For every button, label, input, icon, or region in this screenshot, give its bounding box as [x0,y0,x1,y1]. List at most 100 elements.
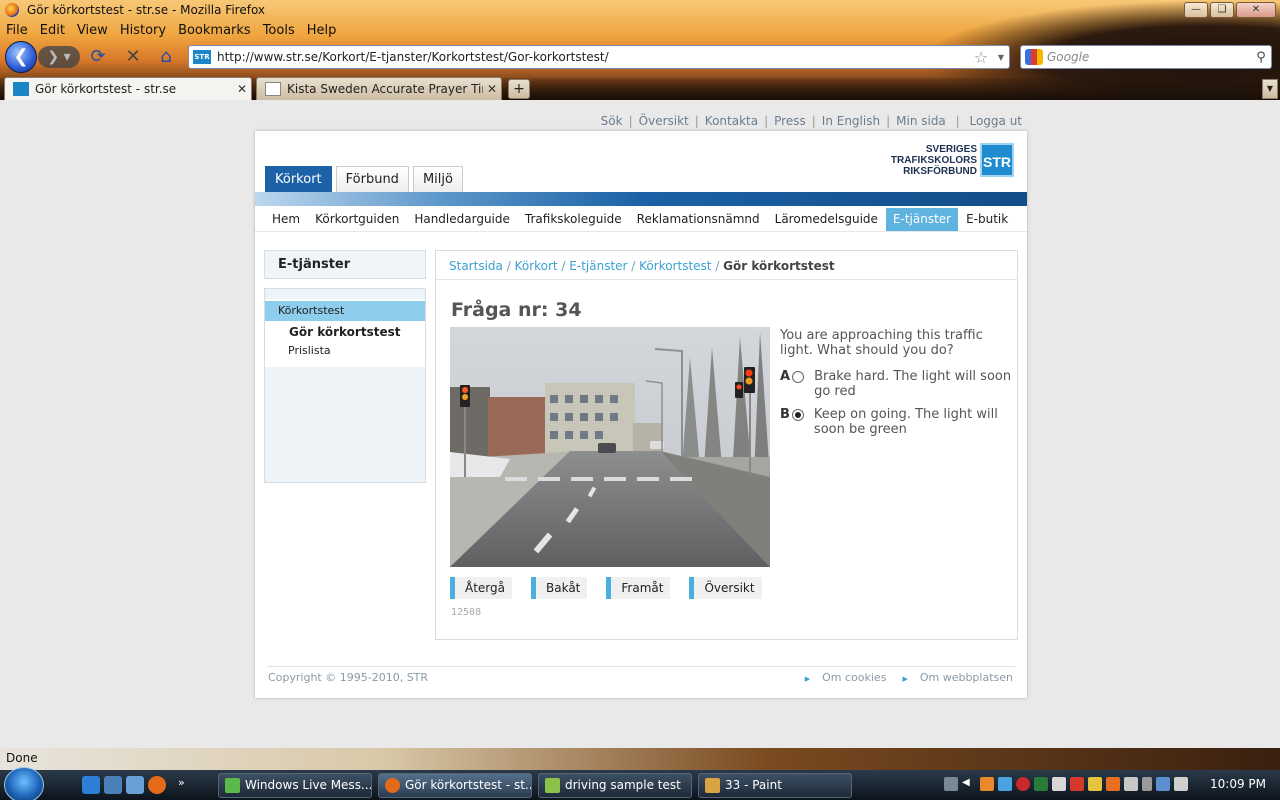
bookmark-star-icon[interactable]: ☆ [969,48,993,67]
search-icon[interactable]: ⚲ [1251,50,1271,65]
subnav-korkortguiden[interactable]: Körkortguiden [308,208,406,231]
taskbar-paint[interactable]: 33 - Paint [698,773,852,798]
new-tab-button[interactable]: + [508,79,530,99]
site-container: SVERIGES TRAFIKSKOLORS RIKSFÖRBUND STR K… [255,131,1027,698]
answer-option-a[interactable]: A Brake hard. The light will soon go red [780,369,1012,399]
search-input[interactable]: Google [1047,50,1251,64]
radio-option-b[interactable] [791,409,804,421]
volume-icon[interactable] [1174,777,1188,791]
tray-app-icon[interactable] [1106,777,1120,791]
tab-miljo[interactable]: Miljö [412,166,463,192]
divider [255,231,1027,232]
crumb-e-tjanster[interactable]: E-tjänster [569,259,627,273]
subnav-hem[interactable]: Hem [265,208,307,231]
link-press[interactable]: Press [774,114,806,128]
sidebar-item-gor-korkortstest[interactable]: Gör körkortstest [265,323,425,341]
subnav-laromedelsguide[interactable]: Läromedelsguide [768,208,885,231]
main-tabs: Körkort Förbund Miljö [265,166,467,192]
str-favicon-icon [13,82,29,96]
subnav-trafikskoleguide[interactable]: Trafikskoleguide [518,208,629,231]
stop-icon[interactable]: ✕ [122,47,144,67]
framat-button[interactable]: Framåt [606,577,671,599]
menu-tools[interactable]: Tools [263,23,295,38]
menu-file[interactable]: File [6,23,28,38]
firefox-quicklaunch-icon[interactable] [148,776,166,794]
sidebar-item-korkortstest[interactable]: Körkortstest [265,301,425,321]
url-dropdown-icon[interactable]: ▼ [993,53,1009,62]
close-tab-icon[interactable]: ✕ [483,82,501,96]
start-button[interactable] [4,767,44,800]
subnav-e-butik[interactable]: E-butik [959,208,1015,231]
answer-option-b[interactable]: B Keep on going. The light will soon be … [780,407,1012,437]
google-engine-icon[interactable] [1025,49,1043,65]
tray-app-icon[interactable] [1052,777,1066,791]
switch-windows-icon[interactable] [126,776,144,794]
tray-app-icon[interactable] [998,777,1012,791]
link-in-english[interactable]: In English [822,114,880,128]
taskbar-driving-sample-test[interactable]: driving sample test [538,773,692,798]
crumb-startsida[interactable]: Startsida [449,259,503,273]
menu-history[interactable]: History [120,23,166,38]
str-logo[interactable]: SVERIGES TRAFIKSKOLORS RIKSFÖRBUND STR [891,143,1014,177]
maximize-button[interactable]: ❑ [1210,2,1234,18]
close-window-button[interactable]: ✕ [1236,2,1276,18]
antivirus-icon[interactable] [1016,777,1030,791]
subnav-handledarguide[interactable]: Handledarguide [407,208,517,231]
taskbar-windows-live-messenger[interactable]: Windows Live Mess... [218,773,372,798]
crumb-current: Gör körkortstest [723,259,835,273]
menu-edit[interactable]: Edit [40,23,65,38]
taskbar-clock[interactable]: 10:09 PM [1210,777,1266,791]
sidebar-item-prislista[interactable]: Prislista [265,342,425,360]
internet-explorer-icon[interactable] [82,776,100,794]
taskbar-firefox-korkortstest[interactable]: Gör körkortstest - st... [378,773,532,798]
crumb-korkort[interactable]: Körkort [515,259,558,273]
home-icon[interactable]: ⌂ [155,47,177,67]
radio-option-a[interactable] [792,371,805,383]
menu-bookmarks[interactable]: Bookmarks [178,23,251,38]
search-bar[interactable]: Google ⚲ [1020,45,1272,69]
quicklaunch-overflow-icon[interactable]: » [178,776,196,794]
keyboard-icon[interactable] [944,777,958,791]
url-text[interactable]: http://www.str.se/Korkort/E-tjanster/Kor… [217,50,969,64]
tab-korkort[interactable]: Körkort [265,166,332,192]
battery-icon[interactable] [1142,777,1152,791]
document-icon [545,778,560,793]
link-om-cookies[interactable]: ▶ Om cookies [797,671,887,684]
menu-help[interactable]: Help [307,23,337,38]
network-icon[interactable] [1156,777,1170,791]
atergå-button[interactable]: Återgå [450,577,512,599]
link-kontakta[interactable]: Kontakta [705,114,758,128]
url-bar[interactable]: STR http://www.str.se/Korkort/E-tjanster… [188,45,1010,69]
bakat-button[interactable]: Bakåt [531,577,588,599]
tray-app-icon[interactable] [1088,777,1102,791]
tab-list-button[interactable]: ▼ [1262,79,1278,99]
link-sok[interactable]: Sök [601,114,623,128]
tab-forbund[interactable]: Förbund [335,166,409,192]
traffic-light-photo [450,327,770,567]
link-logga-ut[interactable]: Logga ut [969,114,1022,128]
minimize-button[interactable]: — [1184,2,1208,18]
subnav-reklamationsnamnd[interactable]: Reklamationsnämnd [630,208,767,231]
tray-expand-icon[interactable]: ◀ [962,777,976,791]
subnav-e-tjanster[interactable]: E-tjänster [885,208,959,231]
oversikt-button[interactable]: Översikt [689,577,762,599]
tray-app-icon[interactable] [1124,777,1138,791]
menu-view[interactable]: View [77,23,108,38]
link-om-webbplatsen[interactable]: ▶ Om webbplatsen [894,671,1013,684]
close-tab-icon[interactable]: ✕ [233,82,251,96]
link-oversikt[interactable]: Översikt [639,114,689,128]
back-button[interactable]: ❮ [5,41,37,73]
crumb-korkortstest[interactable]: Körkortstest [639,259,711,273]
reload-icon[interactable]: ⟳ [87,47,109,67]
tray-app-icon[interactable] [1034,777,1048,791]
site-identity-icon[interactable]: STR [193,50,211,64]
show-desktop-icon[interactable] [104,776,122,794]
forward-button[interactable]: ❯ ▾ [38,46,80,68]
main-content: Startsida / Körkort / E-tjänster / Körko… [435,250,1018,640]
tab-kista-prayer-times[interactable]: Kista Sweden Accurate Prayer Time... ✕ [256,77,502,100]
tray-app-icon[interactable] [980,777,994,791]
tray-app-icon[interactable] [1070,777,1084,791]
messenger-icon [225,778,240,793]
link-min-sida[interactable]: Min sida [896,114,946,128]
tab-gor-korkortstest[interactable]: Gör körkortstest - str.se ✕ [4,77,252,100]
